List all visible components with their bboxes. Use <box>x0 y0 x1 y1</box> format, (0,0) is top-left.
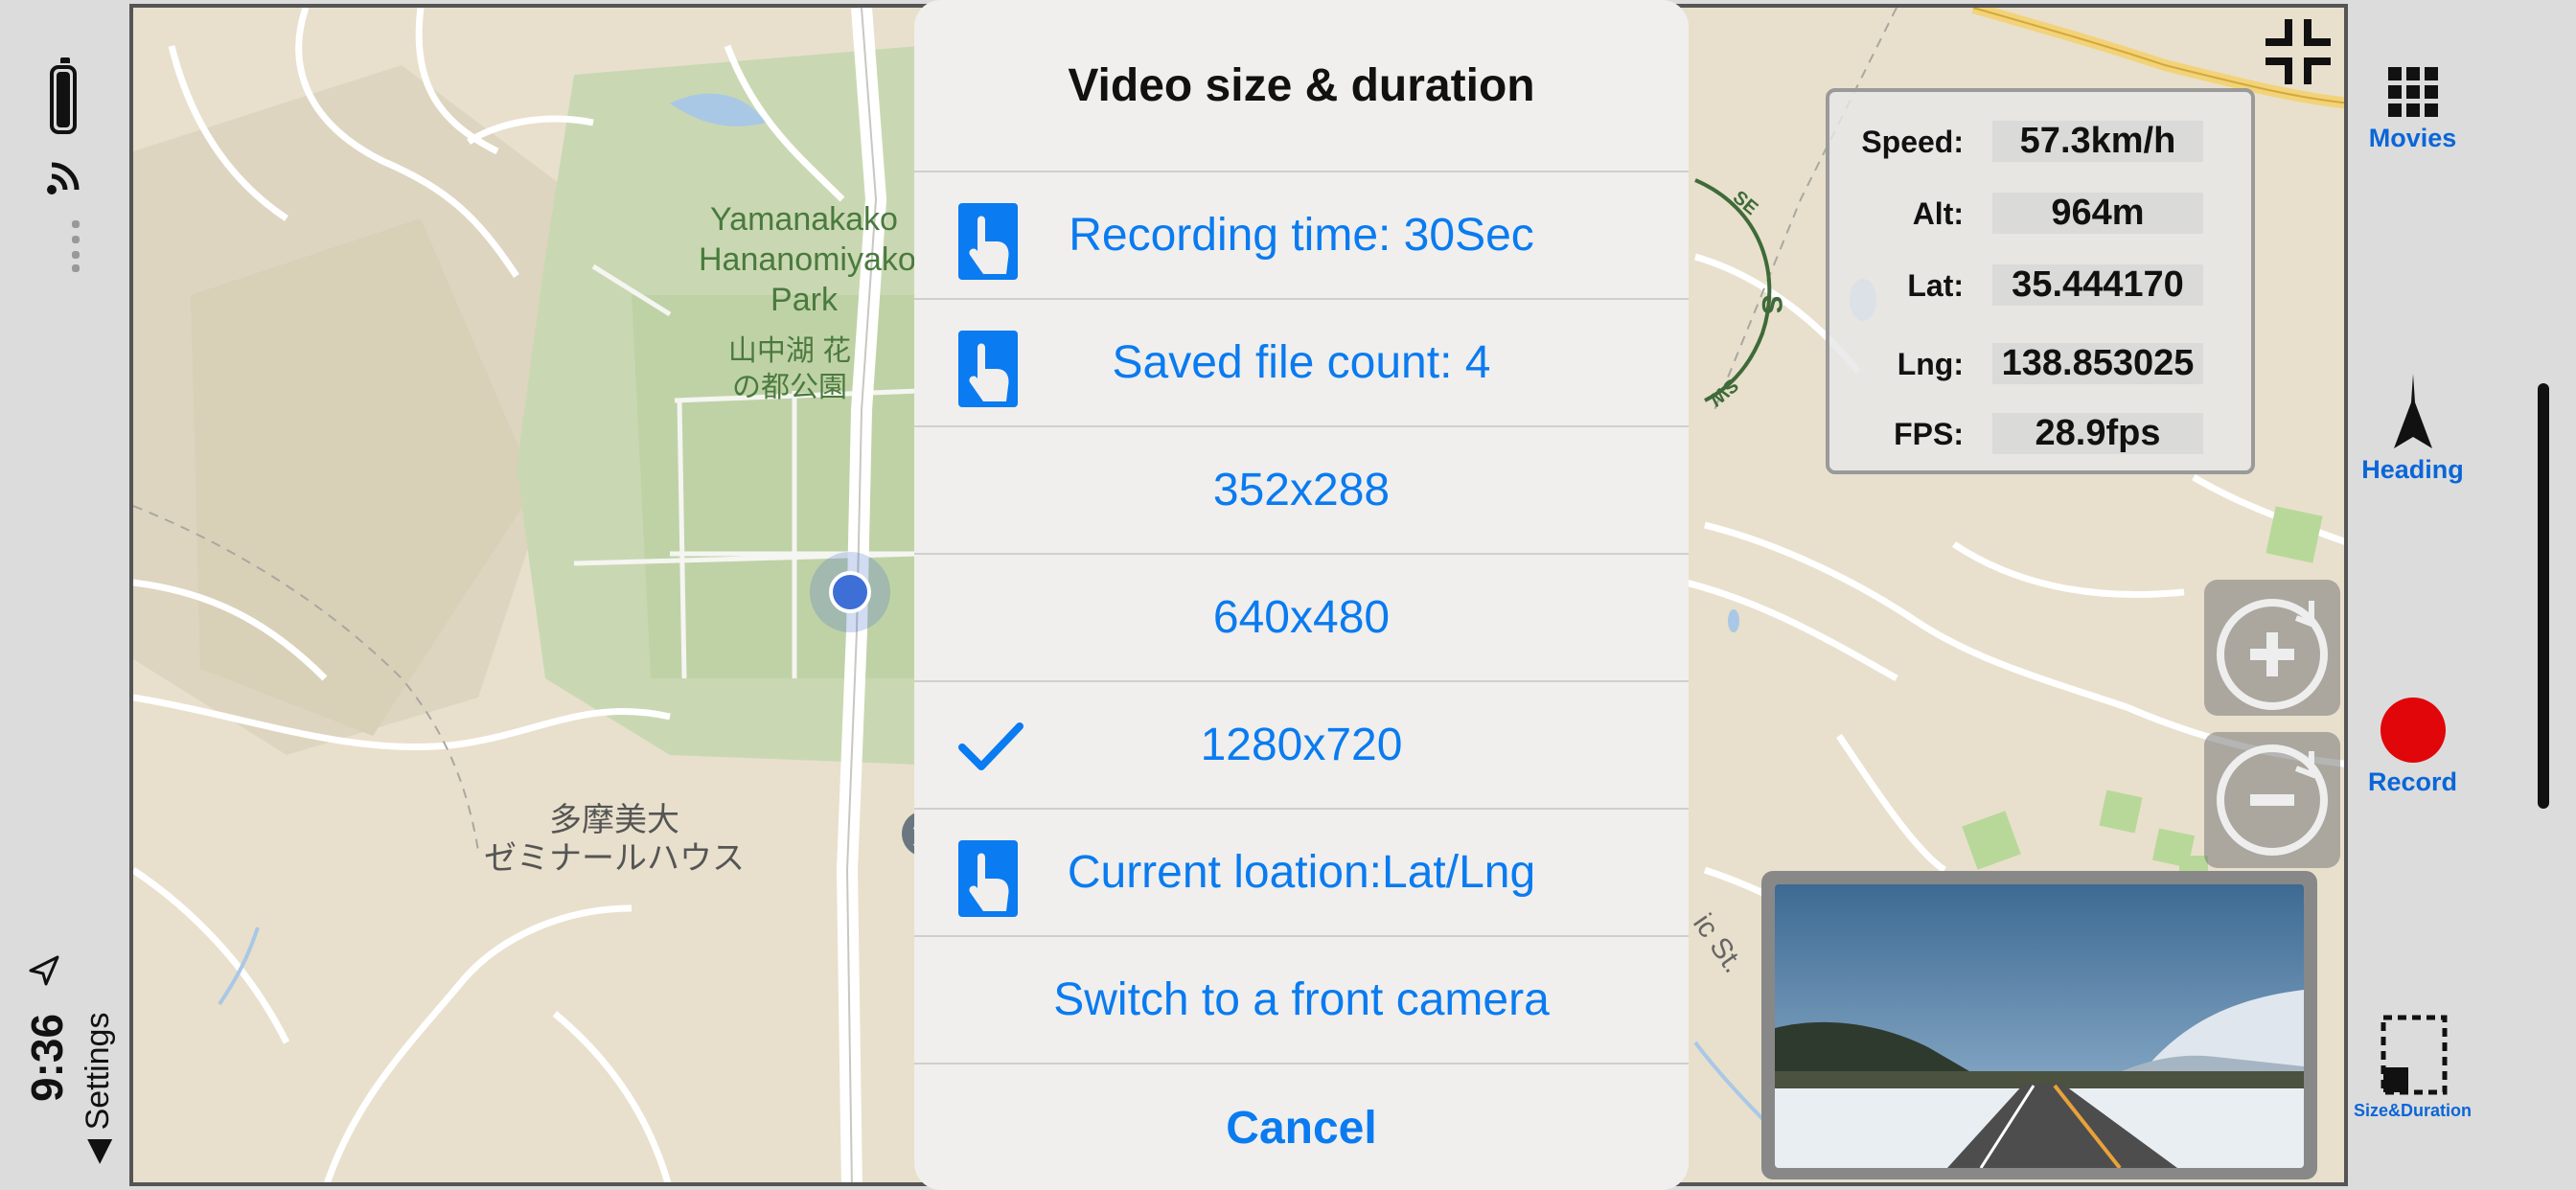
speed-value: 57.3km/h <box>1992 121 2203 162</box>
video-size-duration-sheet: Video size & duration Recording time: 30… <box>914 0 1689 1190</box>
resolution-640x480-option[interactable]: 640x480 <box>914 555 1689 682</box>
lat-label: Lat: <box>1907 268 1964 303</box>
lat-value: 35.444170 <box>1992 264 2203 306</box>
checkmark-icon <box>958 722 1024 770</box>
current-location-label: Current loation:Lat/Lng <box>1067 847 1536 898</box>
movies-label: Movies <box>2368 124 2457 152</box>
recording-time-label: Recording time: 30Sec <box>1069 210 1534 261</box>
sheet-title: Video size & duration <box>914 0 1689 172</box>
telemetry-row-speed: Speed: 57.3km/h <box>1829 111 2251 169</box>
grid-icon <box>2387 67 2438 117</box>
telemetry-row-lng: Lng: 138.853025 <box>1829 333 2251 391</box>
lng-value: 138.853025 <box>1992 343 2203 384</box>
exit-fullscreen-icon[interactable] <box>2266 19 2331 84</box>
recording-time-option[interactable]: Recording time: 30Sec <box>914 172 1689 300</box>
seminar-house-label: 多摩美大 ゼミナールハウス <box>484 802 745 877</box>
resolution-640x480-label: 640x480 <box>1212 592 1391 643</box>
zoom-in-icon <box>2217 599 2328 710</box>
wifi-icon <box>47 162 80 195</box>
heading-button[interactable]: Heading <box>2348 374 2477 485</box>
speed-label: Speed: <box>1861 125 1964 159</box>
lng-label: Lng: <box>1897 347 1964 381</box>
switch-front-camera-option[interactable]: Switch to a front camera <box>914 937 1689 1064</box>
size-duration-icon <box>2380 1015 2447 1095</box>
resolution-352x288-option[interactable]: 352x288 <box>914 427 1689 555</box>
saved-file-count-option[interactable]: Saved file count: 4 <box>914 300 1689 427</box>
record-icon <box>2380 698 2446 763</box>
switch-front-camera-label: Switch to a front camera <box>1053 974 1550 1025</box>
record-label: Record <box>2367 767 2458 796</box>
alt-label: Alt: <box>1912 196 1964 231</box>
page-dots-icon <box>72 220 80 272</box>
zoom-out-button[interactable] <box>2204 732 2340 868</box>
record-button[interactable]: Record <box>2348 698 2477 797</box>
telemetry-row-alt: Alt: 964m <box>1829 183 2251 240</box>
saved-file-count-label: Saved file count: 4 <box>1112 337 1491 388</box>
telemetry-row-lat: Lat: 35.444170 <box>1829 255 2251 312</box>
camera-feed-image <box>1775 884 2304 1168</box>
cancel-label: Cancel <box>1226 1103 1377 1154</box>
resolution-352x288-label: 352x288 <box>1212 465 1391 515</box>
tap-hand-icon <box>958 331 1018 407</box>
heading-arrow-icon <box>2393 374 2432 448</box>
zoom-in-button[interactable] <box>2204 580 2340 716</box>
location-arrow-icon <box>29 955 59 986</box>
park-label-jp: 山中湖 花 の都公園 <box>727 335 852 403</box>
heading-label: Heading <box>2361 455 2464 484</box>
user-location-dot <box>810 552 890 632</box>
cancel-button[interactable]: Cancel <box>914 1064 1689 1190</box>
back-to-settings-link[interactable]: ◀ Settings <box>79 1013 117 1164</box>
tap-hand-icon <box>958 840 1018 917</box>
resolution-1280x720-option[interactable]: 1280x720 <box>914 682 1689 810</box>
park-label-en: Yamanakako Hananomiyako Park <box>699 201 916 318</box>
camera-preview[interactable] <box>1761 871 2317 1179</box>
scroll-indicator[interactable] <box>2538 383 2549 809</box>
alt-value: 964m <box>1992 193 2203 234</box>
zoom-out-icon <box>2217 744 2328 856</box>
size-duration-button[interactable]: Size&Duration <box>2348 1014 2477 1121</box>
telemetry-row-fps: FPS: 28.9fps <box>1829 403 2251 461</box>
status-time: 9:36 <box>22 1013 72 1102</box>
battery-icon <box>50 57 77 134</box>
size-duration-label: Size&Duration <box>2353 1101 2472 1120</box>
fps-value: 28.9fps <box>1992 413 2203 454</box>
telemetry-panel: Speed: 57.3km/h Alt: 964m Lat: 35.444170… <box>1826 88 2255 474</box>
current-location-option[interactable]: Current loation:Lat/Lng <box>914 810 1689 937</box>
resolution-1280x720-label: 1280x720 <box>1200 720 1403 770</box>
fps-label: FPS: <box>1894 417 1964 451</box>
status-strip: 9:36 ◀ Settings <box>0 0 129 1190</box>
movies-button[interactable]: Movies <box>2348 65 2477 153</box>
compass-label-s: S <box>1756 295 1787 314</box>
tap-hand-icon <box>958 203 1018 280</box>
